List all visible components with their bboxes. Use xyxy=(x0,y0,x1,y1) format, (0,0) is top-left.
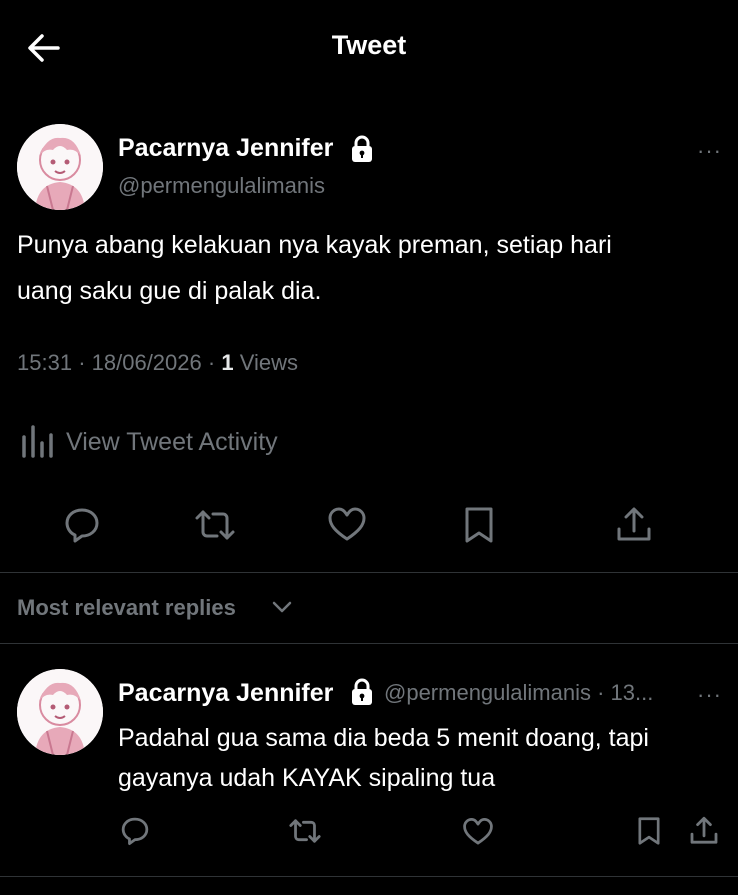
tweet-text-line-2: uang saku gue di palak dia. xyxy=(17,277,322,305)
reply-avatar[interactable] xyxy=(17,669,103,755)
reply-more-icon[interactable]: ··· xyxy=(697,682,722,708)
reply-like-icon[interactable] xyxy=(462,817,494,847)
divider xyxy=(0,876,738,877)
like-icon[interactable] xyxy=(327,506,367,544)
lock-icon xyxy=(349,134,375,164)
reply-retweet-icon[interactable] xyxy=(287,816,323,846)
reply-bookmark-icon[interactable] xyxy=(636,815,662,847)
views-count: 1 xyxy=(221,350,234,375)
more-icon[interactable]: ··· xyxy=(697,138,722,164)
page-title: Tweet xyxy=(331,30,407,60)
divider xyxy=(0,643,738,644)
replies-sort-dropdown[interactable]: Most relevant replies xyxy=(17,595,236,621)
views-label: Views xyxy=(239,350,298,375)
tweet-meta: 15:31 · 18/06/2026 · 1 Views xyxy=(17,350,298,375)
avatar[interactable] xyxy=(17,124,103,210)
author-handle[interactable]: @permengulalimanis xyxy=(118,173,325,199)
divider xyxy=(0,572,738,573)
reply-icon[interactable] xyxy=(63,506,101,544)
author-name[interactable]: Pacarnya Jennifer xyxy=(118,134,333,163)
reply-share-icon[interactable] xyxy=(688,815,720,847)
reply-text-line-1: Padahal gua sama dia beda 5 menit doang,… xyxy=(118,724,649,752)
reply-handle-time[interactable]: @permengulalimanis · 13... xyxy=(384,680,653,706)
tweet-time: 15:31 xyxy=(17,350,73,375)
bookmark-icon[interactable] xyxy=(462,505,496,545)
chevron-down-icon[interactable] xyxy=(272,600,292,614)
analytics-icon[interactable] xyxy=(20,425,56,459)
share-icon[interactable] xyxy=(614,505,654,545)
view-tweet-activity-link[interactable]: View Tweet Activity xyxy=(66,428,278,457)
lock-icon xyxy=(349,677,375,707)
reply-author-name[interactable]: Pacarnya Jennifer xyxy=(118,679,333,708)
tweet-text-line-1: Punya abang kelakuan nya kayak preman, s… xyxy=(17,231,612,259)
replies-sort-label: Most relevant replies xyxy=(17,595,236,620)
top-bar: Tweet xyxy=(0,0,738,95)
reply-text-line-2: gayanya udah KAYAK sipaling tua xyxy=(118,764,496,792)
tweet-date: 18/06/2026 xyxy=(91,350,202,375)
reply-reply-icon[interactable] xyxy=(120,816,150,846)
retweet-icon[interactable] xyxy=(193,506,237,544)
